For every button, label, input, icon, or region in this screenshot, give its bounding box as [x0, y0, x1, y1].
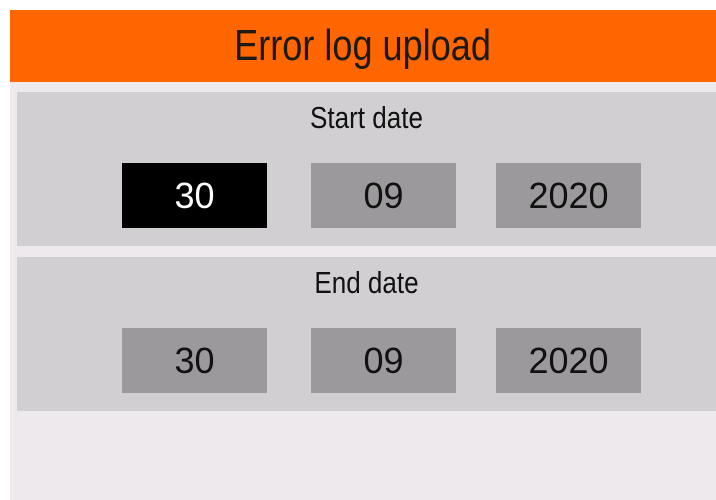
start-year-field[interactable]: 2020 — [496, 163, 641, 228]
page-title: Error log upload — [234, 21, 492, 70]
end-month-field[interactable]: 09 — [311, 328, 456, 393]
end-day-field[interactable]: 30 — [122, 328, 267, 393]
start-date-label: Start date — [310, 100, 423, 135]
title-bar: Error log upload — [10, 10, 716, 82]
end-date-label: End date — [314, 265, 419, 300]
end-date-panel: End date 30 09 2020 — [17, 257, 716, 411]
start-date-panel: Start date 30 09 2020 — [17, 92, 716, 246]
end-year-field[interactable]: 2020 — [496, 328, 641, 393]
start-day-field[interactable]: 30 — [122, 163, 267, 228]
screen: Error log upload Start date 30 09 2020 E… — [10, 10, 716, 500]
start-month-field[interactable]: 09 — [311, 163, 456, 228]
